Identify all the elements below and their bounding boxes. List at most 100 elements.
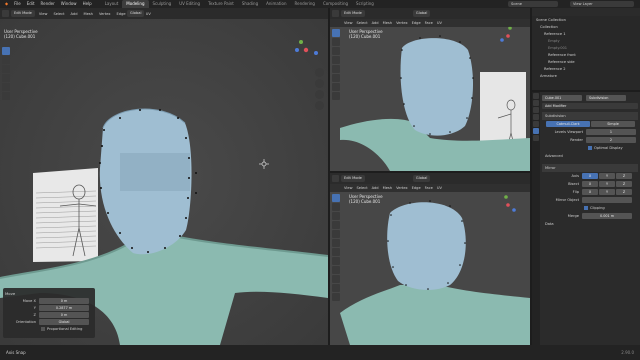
outliner-item[interactable]: Scene Collection: [532, 16, 640, 23]
bisect-y-toggle[interactable]: Y: [599, 181, 615, 187]
menu-window[interactable]: Window: [58, 0, 80, 8]
editor-type-icon[interactable]: [332, 10, 339, 17]
cursor-tool-icon[interactable]: [332, 203, 340, 211]
outliner-item[interactable]: Armature: [532, 72, 640, 79]
axis-x-toggle[interactable]: X: [582, 173, 598, 179]
view-layer-selector[interactable]: View Layer: [570, 1, 634, 7]
menu-view[interactable]: View: [37, 12, 50, 16]
main-viewport[interactable]: Edit Mode View Select Add Mesh Vertex Ed…: [0, 8, 328, 345]
grid-icon[interactable]: [314, 101, 324, 110]
select-tool-icon[interactable]: [332, 29, 340, 37]
menu-vertex[interactable]: Vertex: [394, 21, 410, 25]
cursor-tool-icon[interactable]: [332, 38, 340, 46]
menu-face[interactable]: Face: [423, 21, 435, 25]
annotate-tool-icon[interactable]: [332, 83, 340, 91]
data-subpanel[interactable]: Data: [545, 222, 554, 226]
tab-rendering[interactable]: Rendering: [291, 0, 319, 8]
menu-add[interactable]: Add: [69, 12, 80, 16]
move-x-field[interactable]: 0 m: [39, 297, 89, 304]
transform-tool-icon[interactable]: [332, 74, 340, 82]
mirror-panel-title[interactable]: Mirror: [545, 166, 556, 170]
tool-tab-icon[interactable]: [533, 93, 539, 99]
bisect-x-toggle[interactable]: X: [582, 181, 598, 187]
bevel-tool-icon[interactable]: [332, 284, 340, 292]
menu-mesh[interactable]: Mesh: [381, 186, 394, 190]
menu-edit[interactable]: Edit: [24, 0, 38, 8]
catmull-clark-toggle[interactable]: Catmull-Clark: [546, 121, 590, 127]
menu-add[interactable]: Add: [370, 186, 381, 190]
editor-type-icon[interactable]: [332, 175, 339, 182]
outliner-item[interactable]: Empty: [532, 37, 640, 44]
add-modifier-button[interactable]: Add Modifier: [542, 103, 638, 109]
rotate-tool-icon[interactable]: [2, 74, 10, 82]
menu-add[interactable]: Add: [370, 21, 381, 25]
menu-select[interactable]: Select: [355, 21, 370, 25]
menu-file[interactable]: File: [11, 0, 24, 8]
loop-cut-tool-icon[interactable]: [332, 293, 340, 301]
transform-tool-icon[interactable]: [2, 92, 10, 100]
orientation-dropdown[interactable]: Global: [127, 10, 145, 17]
levels-viewport-field[interactable]: 1: [586, 129, 636, 135]
menu-edge[interactable]: Edge: [410, 21, 423, 25]
move-y-field[interactable]: 0.2877 m: [39, 304, 89, 311]
menu-help[interactable]: Help: [80, 0, 95, 8]
measure-tool-icon[interactable]: [332, 257, 340, 265]
tab-sculpting[interactable]: Sculpting: [149, 0, 176, 8]
mirror-object-field[interactable]: [582, 197, 632, 203]
cursor-tool-icon[interactable]: [2, 56, 10, 64]
output-tab-icon[interactable]: [533, 107, 539, 113]
rotate-tool-icon[interactable]: [332, 56, 340, 64]
extrude-tool-icon[interactable]: [332, 266, 340, 274]
pan-hand-icon[interactable]: [314, 79, 324, 88]
render-levels-field[interactable]: 2: [586, 137, 636, 143]
blender-logo-icon[interactable]: ◆: [2, 0, 11, 8]
transform-tool-icon[interactable]: [332, 239, 340, 247]
tab-scripting[interactable]: Scripting: [352, 0, 378, 8]
mode-dropdown[interactable]: Edit Mode: [341, 175, 365, 182]
rotate-tool-icon[interactable]: [332, 221, 340, 229]
measure-tool-icon[interactable]: [332, 92, 340, 100]
tab-modeling[interactable]: Modeling: [122, 0, 149, 8]
mode-dropdown[interactable]: Edit Mode: [341, 10, 365, 17]
menu-uv[interactable]: UV: [435, 21, 444, 25]
bottom-right-viewport[interactable]: Edit Mode Global View Select Add Mesh Ve…: [330, 173, 530, 345]
menu-select[interactable]: Select: [51, 12, 66, 16]
proportional-checkbox[interactable]: [41, 326, 45, 331]
zoom-icon[interactable]: [314, 68, 324, 77]
axis-z-toggle[interactable]: Z: [616, 173, 632, 179]
object-tab-icon[interactable]: [533, 121, 539, 127]
camera-icon[interactable]: [314, 90, 324, 99]
subdivision-panel-title[interactable]: Subdivision: [545, 114, 566, 118]
scene-tab-icon[interactable]: [533, 114, 539, 120]
outliner-item[interactable]: Empty.001: [532, 44, 640, 51]
tab-compositing[interactable]: Compositing: [319, 0, 352, 8]
flip-y-toggle[interactable]: Y: [599, 189, 615, 195]
editor-type-icon[interactable]: [2, 10, 9, 17]
move-tool-icon[interactable]: [332, 47, 340, 55]
render-tab-icon[interactable]: [533, 100, 539, 106]
object-name-field[interactable]: Cube.001: [542, 95, 582, 101]
move-tool-icon[interactable]: [332, 212, 340, 220]
select-tool-icon[interactable]: [332, 194, 340, 202]
tab-texture-paint[interactable]: Texture Paint: [204, 0, 238, 8]
menu-render[interactable]: Render: [38, 0, 58, 8]
orientation-field[interactable]: Global: [39, 318, 89, 325]
tab-shading[interactable]: Shading: [238, 0, 262, 8]
merge-field[interactable]: 0.001 m: [582, 213, 632, 219]
menu-mesh[interactable]: Mesh: [381, 21, 394, 25]
inset-tool-icon[interactable]: [332, 275, 340, 283]
outliner-item[interactable]: Reference side: [532, 58, 640, 65]
outliner-item[interactable]: Collection: [532, 23, 640, 30]
flip-x-toggle[interactable]: X: [582, 189, 598, 195]
move-tool-icon[interactable]: [2, 65, 10, 73]
outliner-item[interactable]: Reference front: [532, 51, 640, 58]
menu-vertex[interactable]: Vertex: [97, 12, 113, 16]
menu-edge[interactable]: Edge: [115, 12, 128, 16]
tab-uv-editing[interactable]: UV Editing: [175, 0, 204, 8]
outliner-item[interactable]: Reference 2: [532, 65, 640, 72]
tab-animation[interactable]: Animation: [262, 0, 290, 8]
menu-vertex[interactable]: Vertex: [394, 186, 410, 190]
scale-tool-icon[interactable]: [2, 83, 10, 91]
outliner-item[interactable]: Reference 1: [532, 30, 640, 37]
mode-dropdown[interactable]: Edit Mode: [11, 10, 35, 17]
